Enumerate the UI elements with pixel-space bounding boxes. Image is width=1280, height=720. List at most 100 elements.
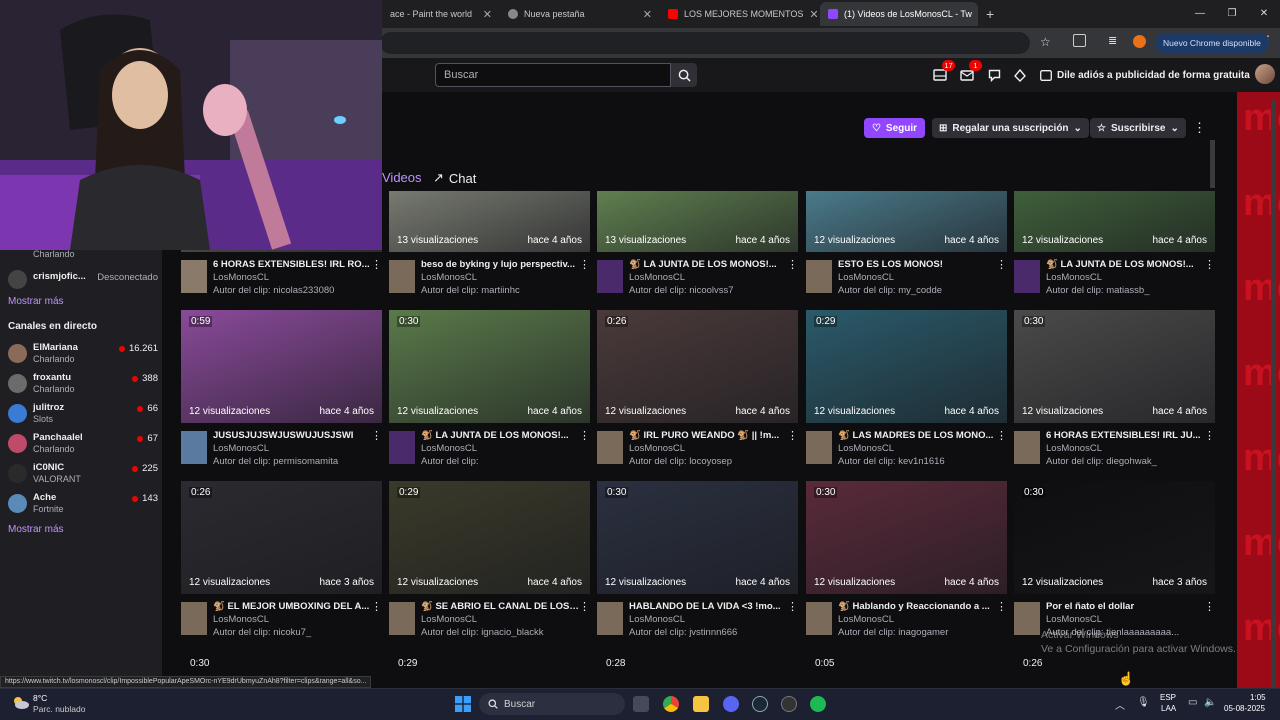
clip-title[interactable]: HABLANDO DE LA VIDA <3 !mo... [629, 601, 787, 612]
clip-options-icon[interactable]: ⋮ [1204, 600, 1215, 613]
whispers-icon[interactable] [986, 67, 1002, 83]
clip-channel[interactable]: LosMonosCL [421, 614, 477, 625]
chrome-icon[interactable] [663, 696, 679, 712]
restore-button[interactable]: ❐ [1216, 0, 1248, 28]
clip-channel[interactable]: LosMonosCL [1046, 614, 1102, 625]
discord-icon[interactable] [723, 696, 739, 712]
clip-channel[interactable]: LosMonosCL [421, 272, 477, 283]
clip-channel[interactable]: LosMonosCL [421, 443, 477, 454]
clock-time[interactable]: 1:05 [1250, 693, 1266, 702]
url-input[interactable] [380, 32, 1030, 54]
clip-channel[interactable]: LosMonosCL [213, 443, 269, 454]
clip-channel-avatar[interactable] [806, 602, 832, 635]
clip-thumbnail[interactable]: 0:26 12 visualizaciones hace 4 años [597, 310, 798, 423]
clip-title[interactable]: 🐒 IRL PURO WEANDO 🐒 || !m... [629, 430, 787, 441]
clip-thumbnail[interactable]: 13 visualizaciones hace 4 años [597, 191, 798, 252]
ad-free-button[interactable]: Dile adiós a publicidad de forma gratuit… [1040, 66, 1250, 84]
clip-options-icon[interactable]: ⋮ [996, 258, 1007, 271]
user-avatar[interactable] [1255, 64, 1275, 84]
clip-channel-avatar[interactable] [1014, 260, 1040, 293]
clip-title[interactable]: 6 HORAS EXTENSIBLES! IRL RO... [213, 259, 371, 270]
clip-channel-avatar[interactable] [1014, 431, 1040, 464]
inner-scrollbar[interactable] [1210, 140, 1215, 188]
clip-channel[interactable]: LosMonosCL [629, 614, 685, 625]
clip-thumbnail[interactable]: 0:29 12 visualizaciones hace 4 años [806, 310, 1007, 423]
notifications-icon[interactable]: 1 [959, 60, 982, 83]
clip-options-icon[interactable]: ⋮ [1204, 429, 1215, 442]
steam-icon[interactable] [752, 696, 768, 712]
clip-options-icon[interactable]: ⋮ [579, 258, 590, 271]
show-more-link[interactable]: Mostrar más [8, 524, 64, 535]
clip-thumbnail[interactable]: 0:26 12 visualizaciones hace 3 años [181, 481, 382, 594]
sidebar-live-channel[interactable]: iC0NIC VALORANT 225 [8, 462, 158, 488]
clip-options-icon[interactable]: ⋮ [787, 429, 798, 442]
clip-options-icon[interactable]: ⋮ [787, 600, 798, 613]
clip-options-icon[interactable]: ⋮ [787, 258, 798, 271]
clip-thumbnail[interactable]: 0:30 12 visualizaciones hace 4 años [597, 481, 798, 594]
clip-channel-avatar[interactable] [181, 431, 207, 464]
clip-thumbnail[interactable]: 0:59 12 visualizaciones hace 4 años [181, 310, 382, 423]
star-icon[interactable]: ☆ [1040, 35, 1051, 49]
clip-channel-avatar[interactable] [1014, 602, 1040, 635]
clip-channel[interactable]: LosMonosCL [213, 614, 269, 625]
tab-youtube[interactable]: LOS MEJORES MOMENTOS ✕ [660, 2, 820, 26]
clip-title[interactable]: 🐒 LA JUNTA DE LOS MONOS!... [421, 430, 579, 441]
clip-options-icon[interactable]: ⋮ [371, 600, 382, 613]
clip-channel-avatar[interactable] [806, 260, 832, 293]
clip-channel[interactable]: LosMonosCL [838, 443, 894, 454]
clip-channel-avatar[interactable] [806, 431, 832, 464]
clip-title[interactable]: JUSUSJUJSWJUSWUJUSJSWI [213, 430, 371, 441]
clip-channel-avatar[interactable] [389, 260, 415, 293]
microphone-icon[interactable]: 🎙 [1137, 697, 1150, 708]
clip-title[interactable]: 🐒 LA JUNTA DE LOS MONOS!... [1046, 259, 1204, 270]
tray-chevron-icon[interactable]: ︿ [1115, 697, 1125, 712]
clip-title[interactable]: 🐒 LAS MADRES DE LOS MONO... [838, 430, 996, 441]
bits-icon[interactable] [1012, 67, 1028, 83]
clip-channel[interactable]: LosMonosCL [629, 272, 685, 283]
clip-title[interactable]: ESTO ES LOS MONOS! [838, 259, 996, 270]
scrollbar[interactable] [1271, 100, 1276, 690]
search-input[interactable]: Buscar [435, 63, 671, 87]
clip-channel-avatar[interactable] [597, 431, 623, 464]
clip-title[interactable]: 🐒 Hablando y Reaccionando a ... [838, 601, 996, 612]
subscribe-button[interactable]: ☆ Suscribirse ⌄ [1090, 118, 1186, 138]
obs-icon[interactable] [781, 696, 797, 712]
taskbar-search[interactable]: Buscar [479, 693, 625, 715]
clip-thumbnail[interactable]: 0:30 12 visualizaciones hace 4 años [806, 481, 1007, 594]
search-button[interactable] [671, 63, 697, 87]
minimize-button[interactable]: — [1184, 0, 1216, 28]
close-window-button[interactable]: ✕ [1248, 0, 1280, 28]
clip-thumbnail[interactable]: 0:29 12 visualizaciones hace 4 años [389, 481, 590, 594]
clip-channel[interactable]: LosMonosCL [838, 272, 894, 283]
clip-options-icon[interactable]: ⋮ [371, 258, 382, 271]
tab-twitch[interactable]: (1) Videos de LosMonosCL - Tw ✕ [820, 2, 978, 26]
clip-options-icon[interactable]: ⋮ [579, 600, 590, 613]
language-1[interactable]: ESP [1160, 693, 1176, 702]
clip-title[interactable]: 6 HORAS EXTENSIBLES! IRL JU... [1046, 430, 1204, 441]
extensions-icon[interactable] [1073, 34, 1086, 47]
clip-thumbnail[interactable]: 0:30 12 visualizaciones hace 4 años [389, 310, 590, 423]
language-2[interactable]: LAA [1161, 704, 1176, 713]
clip-options-icon[interactable]: ⋮ [1204, 258, 1215, 271]
clip-thumbnail[interactable]: 0:30 12 visualizaciones hace 3 años [1014, 481, 1215, 594]
follow-button[interactable]: ♡ Seguir [864, 118, 925, 138]
clip-channel-avatar[interactable] [181, 260, 207, 293]
clip-thumbnail[interactable]: 13 visualizaciones hace 4 años [389, 191, 590, 252]
sidebar-live-channel[interactable]: Ache Fortnite 143 [8, 492, 158, 518]
tab-nueva-pestana[interactable]: Nueva pestaña ✕ [500, 2, 660, 26]
clip-title[interactable]: Por el ñato el dollar [1046, 601, 1204, 612]
clip-thumbnail[interactable]: 12 visualizaciones hace 4 años [806, 191, 1007, 252]
clock-date[interactable]: 05-08-2025 [1224, 704, 1265, 713]
sidebar-live-channel[interactable]: ElMariana Charlando 16.261 [8, 342, 158, 368]
clip-channel[interactable]: LosMonosCL [1046, 443, 1102, 454]
weather-icon[interactable] [10, 694, 30, 710]
clip-options-icon[interactable]: ⋮ [579, 429, 590, 442]
clip-channel[interactable]: LosMonosCL [629, 443, 685, 454]
close-tab-icon[interactable]: ✕ [643, 8, 652, 21]
clip-options-icon[interactable]: ⋮ [996, 600, 1007, 613]
clip-title[interactable]: 🐒 EL MEJOR UMBOXING DEL A... [213, 601, 371, 612]
tab-videos[interactable]: Videos [382, 170, 422, 185]
reading-list-icon[interactable]: ≣ [1108, 34, 1117, 47]
windows-start-icon[interactable] [455, 696, 471, 712]
clip-options-icon[interactable]: ⋮ [371, 429, 382, 442]
